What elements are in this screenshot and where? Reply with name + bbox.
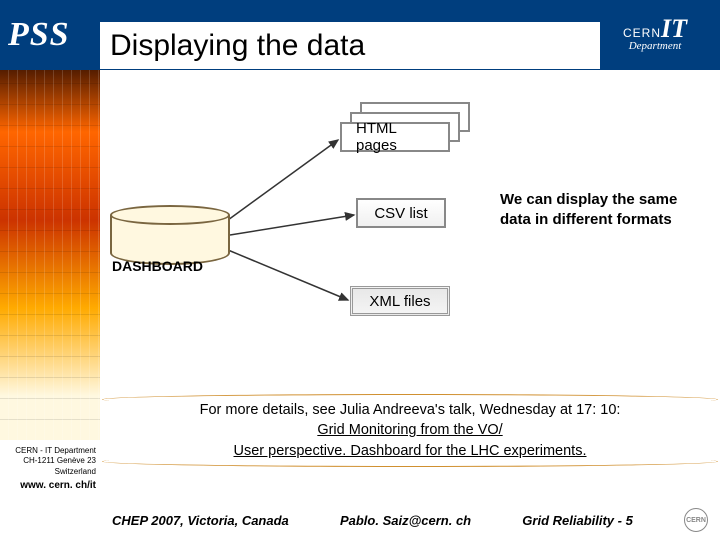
author-email: Pablo. Saiz@cern. ch [340,513,471,528]
slide-title: Displaying the data [100,22,600,70]
website-url: www. cern. ch/it [0,479,96,492]
slide-header: PSS Displaying the data CERNIT Departmen… [0,0,720,70]
slide-number: Grid Reliability - 5 [522,513,633,528]
slide-footer: CHEP 2007, Victoria, Canada Pablo. Saiz@… [100,508,720,532]
pss-logo: PSS [0,16,100,54]
description-text: We can display the same data in differen… [500,190,710,229]
dashboard-label: DASHBOARD [112,258,203,274]
details-banner: For more details, see Julia Andreeva's t… [110,400,710,461]
slide-body: DASHBOARD HTML pages CSV list XML files … [100,70,720,450]
cern-text: CERN [623,26,661,40]
it-text: IT [661,14,687,43]
node-label: XML files [369,293,430,310]
talk-link-line1[interactable]: Grid Monitoring from the VO/ [317,422,502,438]
html-pages-node: HTML pages [340,122,450,152]
node-label: HTML pages [356,120,434,154]
cern-it-logo: CERNIT Department [600,19,720,52]
conference-name: CHEP 2007, Victoria, Canada [112,513,289,528]
database-icon [110,205,230,265]
left-decoration-strip: CERN - IT Department CH-1211 Genève 23 S… [0,0,100,540]
banner-intro: For more details, see Julia Andreeva's t… [200,402,621,418]
node-label: CSV list [374,205,427,222]
department-text: Department [600,40,710,52]
address-line: CH-1211 Genève 23 [0,456,96,466]
address-block: CERN - IT Department CH-1211 Genève 23 S… [0,440,100,540]
address-line: Switzerland [0,467,96,477]
address-line: CERN - IT Department [0,446,96,456]
cern-circle-icon: CERN [684,508,708,532]
csv-list-node: CSV list [356,198,446,228]
talk-link-line2[interactable]: User perspective. Dashboard for the LHC … [234,443,587,459]
xml-files-node: XML files [350,286,450,316]
